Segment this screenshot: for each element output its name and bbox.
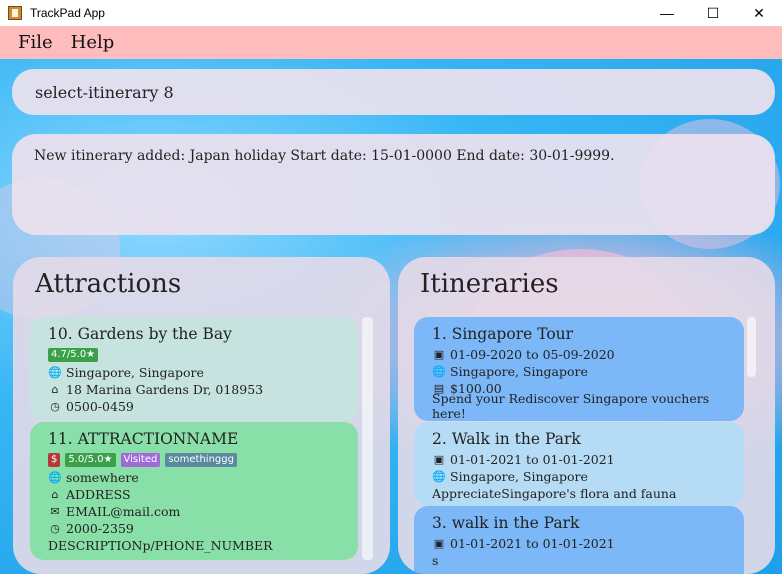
itinerary-dates: ▣ 01-01-2021 to 01-01-2021 [433,536,615,551]
itinerary-name: 2. Walk in the Park [432,430,581,448]
itinerary-dates: ▣ 01-01-2021 to 01-01-2021 [433,452,615,467]
attraction-address: ⌂ 18 Marina Gardens Dr, 018953 [48,381,358,398]
attraction-email: ✉ EMAIL@mail.com [48,503,358,520]
itinerary-extra: s [432,553,439,568]
itinerary-location: 🌐 Singapore, Singapore [432,469,588,484]
itinerary-card-selected[interactable]: 1. Singapore Tour ▣ 01-09-2020 to 05-09-… [414,317,744,421]
itinerary-name: 1. Singapore Tour [432,325,574,343]
attraction-card[interactable]: 10. Gardens by the Bay 4.7/5.0★ 🌐 Singap… [30,317,358,421]
visited-tag: Visited [120,452,161,467]
command-input[interactable]: select-itinerary 8 [12,69,775,115]
attraction-name: 11. ATTRACTIONNAME [48,430,239,448]
attractions-panel: Attractions 10. Gardens by the Bay 4.7/5… [13,257,390,574]
mail-icon: ✉ [50,505,60,518]
clock-icon: ◷ [50,522,60,535]
home-icon: ⌂ [51,383,59,396]
attraction-description: DESCRIPTIONp/PHONE_NUMBER [48,538,273,553]
itineraries-panel: Itineraries 1. Singapore Tour ▣ 01-09-20… [398,257,775,574]
attraction-hours: ◷ 0500-0459 [48,398,358,415]
command-text: select-itinerary 8 [35,82,174,102]
globe-icon: 🌐 [48,366,62,379]
attractions-scrollbar[interactable] [362,317,373,560]
menu-help[interactable]: Help [71,32,115,53]
globe-icon: 🌐 [48,471,62,484]
attraction-tags: $ 5.0/5.0★ Visited somethinggg [48,451,358,468]
itinerary-dates: ▣ 01-09-2020 to 05-09-2020 [433,347,615,362]
minimize-button[interactable]: — [644,0,690,26]
window-titlebar: TrackPad App — ☐ ✕ [0,0,782,26]
menu-file[interactable]: File [18,32,53,53]
price-tag: $ [48,452,61,467]
attraction-location: 🌐 somewhere [48,470,139,485]
attractions-title: Attractions [35,269,182,299]
calendar-icon: ▣ [433,348,445,361]
menu-bar: File Help [0,26,782,59]
attraction-location: 🌐 Singapore, Singapore [48,365,204,380]
attraction-name: 10. Gardens by the Bay [48,325,232,343]
globe-icon: 🌐 [432,470,446,483]
home-icon: ⌂ [51,488,59,501]
itinerary-card[interactable]: 2. Walk in the Park ▣ 01-01-2021 to 01-0… [414,422,744,506]
calendar-icon: ▣ [433,453,445,466]
window-controls: — ☐ ✕ [644,0,782,26]
itinerary-card[interactable]: 3. walk in the Park ▣ 01-01-2021 to 01-0… [414,506,744,574]
result-text: New itinerary added: Japan holiday Start… [34,148,615,164]
rating-tag: 5.0/5.0★ [65,452,116,467]
clock-icon: ◷ [50,400,60,413]
globe-icon: 🌐 [432,365,446,378]
result-display: New itinerary added: Japan holiday Start… [12,134,775,235]
rating-tag: 4.7/5.0★ [48,347,99,362]
itinerary-description: Spend your Rediscover Singapore vouchers… [432,390,710,421]
custom-tag: somethinggg [165,452,237,467]
attraction-address: ⌂ ADDRESS [48,486,358,503]
itineraries-title: Itineraries [420,269,559,299]
window-title: TrackPad App [30,6,105,20]
attraction-card[interactable]: 11. ATTRACTIONNAME $ 5.0/5.0★ Visited so… [30,422,358,560]
itinerary-name: 3. walk in the Park [432,514,580,532]
itineraries-scrollbar[interactable] [747,317,756,377]
itinerary-location: 🌐 Singapore, Singapore [432,364,588,379]
itinerary-description: AppreciateSingapore's flora and fauna [432,486,677,501]
attraction-tags: 4.7/5.0★ [48,346,358,363]
app-icon [8,6,22,20]
maximize-button[interactable]: ☐ [690,0,736,26]
calendar-icon: ▣ [433,537,445,550]
close-button[interactable]: ✕ [736,0,782,26]
attraction-hours: ◷ 2000-2359 [48,520,358,537]
